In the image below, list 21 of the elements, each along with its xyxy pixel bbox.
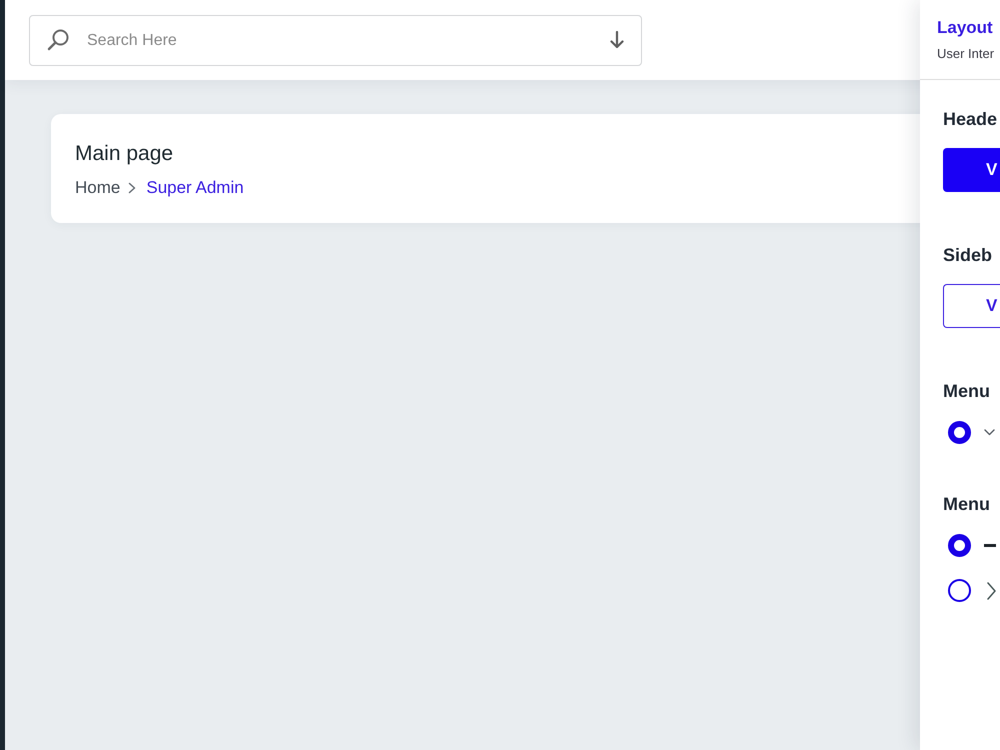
- section-heading: Heade: [943, 108, 998, 131]
- search-icon: [46, 28, 70, 52]
- panel-subtitle: User Inter: [937, 46, 994, 62]
- section-heading: Menu: [943, 493, 990, 516]
- breadcrumb-link[interactable]: Home: [75, 177, 120, 199]
- radio-button[interactable]: [948, 579, 971, 602]
- breadcrumb-separator-icon: [128, 182, 136, 194]
- option-button[interactable]: V: [943, 284, 1000, 328]
- section-heading: Menu: [943, 380, 990, 403]
- radio-button[interactable]: [948, 421, 971, 444]
- option-button[interactable]: V: [943, 148, 1000, 192]
- chevron-right-icon: [987, 582, 996, 600]
- panel-title: Layout: [937, 17, 993, 39]
- breadcrumb-link[interactable]: Super Admin: [146, 177, 244, 199]
- radio-button[interactable]: [948, 534, 971, 557]
- down-arrow-icon[interactable]: [610, 31, 624, 49]
- section-heading: Sideb: [943, 244, 992, 267]
- page-title: Main page: [75, 141, 174, 167]
- chevron-down-icon: [984, 429, 995, 436]
- dash-icon: [984, 544, 996, 547]
- search-field[interactable]: Search Here: [29, 15, 642, 66]
